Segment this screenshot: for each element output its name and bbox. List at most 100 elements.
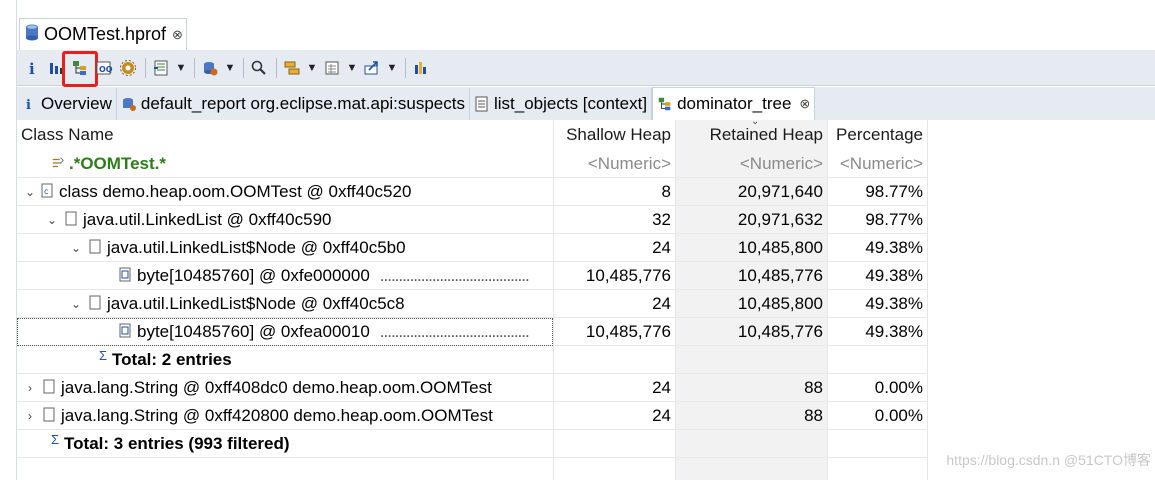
table-row[interactable]: › java.lang.String @ 0xff408dc0 demo.hea… — [17, 374, 928, 402]
result-tabs: i Overview default_report org.eclipse.ma… — [17, 87, 1155, 121]
row-percentage: 49.38% — [865, 322, 923, 341]
svg-text:i: i — [26, 98, 31, 112]
header-class-name[interactable]: Class Name — [21, 120, 553, 150]
header-retained-heap[interactable]: ⌄ Retained Heap — [675, 116, 827, 150]
table-row[interactable]: ⌄ c class demo.heap.oom.OOMTest @ 0xff40… — [17, 178, 928, 206]
row-percentage: 98.77% — [865, 210, 923, 229]
row-name: byte[10485760] @ 0xfea00010 — [137, 322, 370, 341]
chevron-right-icon[interactable]: › — [23, 381, 37, 395]
object-icon — [43, 379, 57, 397]
row-retained: 10,485,800 — [737, 294, 823, 313]
table-row: Σ Total: 2 entries — [17, 346, 928, 374]
table-row[interactable]: ⌄ java.util.LinkedList$Node @ 0xff40c5c8… — [17, 290, 928, 318]
export-icon[interactable] — [361, 57, 383, 79]
row-percentage: 49.38% — [865, 238, 923, 257]
search-icon[interactable] — [248, 57, 270, 79]
tab-overview[interactable]: i Overview — [17, 88, 117, 120]
svg-text:i: i — [29, 60, 35, 77]
toolbar-separator — [405, 57, 406, 78]
table-row: Σ Total: 3 entries (993 filtered) — [17, 430, 928, 458]
object-icon — [65, 211, 79, 229]
chevron-down-icon[interactable]: ⌄ — [69, 297, 83, 311]
tab-label: list_objects [context] — [493, 94, 648, 113]
tab-dominator-tree[interactable]: dominator_tree ⊗ — [652, 87, 816, 120]
oql-icon[interactable]: OQL — [93, 57, 115, 79]
chevron-down-icon[interactable]: ⌄ — [69, 241, 83, 255]
dominator-tree-icon[interactable] — [62, 50, 98, 87]
editor-tab-title: OOMTest.hprof — [44, 24, 167, 44]
table-row[interactable]: byte[10485760] @ 0xfe000000 ............… — [17, 262, 928, 290]
row-total: Total: 3 entries (993 filtered) — [64, 434, 290, 453]
chevron-down-icon[interactable]: ▼ — [305, 57, 319, 79]
chevron-down-icon[interactable]: ▼ — [385, 57, 399, 79]
editor-tab-oomtest-hprof[interactable]: OOMTest.hprof ⊗ — [19, 18, 187, 50]
chevron-down-icon[interactable]: ▼ — [345, 57, 359, 79]
thread-overview-icon[interactable] — [150, 57, 172, 79]
name-filter-input[interactable]: .*OOMTest.* — [69, 154, 166, 174]
table-row[interactable]: ⌄ java.util.LinkedList @ 0xff40c590 32 2… — [17, 206, 928, 234]
row-name: class demo.heap.oom.OOMTest @ 0xff40c520 — [59, 182, 412, 201]
chevron-right-icon[interactable]: › — [23, 409, 37, 423]
row-percentage: 49.38% — [865, 294, 923, 313]
header-percentage[interactable]: Percentage — [827, 120, 927, 150]
heap-dump-editor: OOMTest.hprof ⊗ i OQL ▼ ▼ — [17, 0, 1155, 480]
table-row[interactable]: ⌄ java.util.LinkedList$Node @ 0xff40c5b0… — [17, 234, 928, 262]
editor-tab-bar: OOMTest.hprof ⊗ — [17, 0, 1155, 51]
row-shallow: 10,485,776 — [585, 266, 671, 285]
row-retained: 20,971,632 — [737, 210, 823, 229]
row-percentage: 98.77% — [865, 182, 923, 201]
row-retained: 88 — [804, 378, 823, 397]
row-leader-dots: ........................................ — [379, 322, 530, 341]
info-icon[interactable]: i — [21, 57, 43, 79]
row-leader-dots: ........................................ — [379, 266, 530, 285]
toolbar-separator — [243, 57, 244, 78]
regex-filter-icon — [51, 155, 65, 173]
row-retained: 88 — [804, 406, 823, 425]
shallow-filter-input[interactable]: <Numeric> — [553, 150, 675, 178]
sum-icon: Σ — [51, 431, 60, 447]
row-name: java.lang.String @ 0xff420800 demo.heap.… — [61, 406, 493, 425]
toolbar-separator — [194, 57, 195, 78]
chevron-down-icon[interactable]: ▼ — [223, 57, 237, 79]
sort-descending-icon: ⌄ — [751, 116, 760, 127]
report-icon — [121, 96, 137, 112]
table-row[interactable]: byte[10485760] @ 0xfea00010 ............… — [17, 318, 928, 346]
svg-text:OQL: OQL — [99, 65, 113, 74]
row-shallow: 24 — [652, 238, 671, 257]
calculator-icon[interactable] — [321, 57, 343, 79]
header-shallow-heap[interactable]: Shallow Heap — [553, 120, 675, 150]
toolbar-separator — [276, 57, 277, 78]
heap-dump-overview-icon[interactable] — [410, 57, 432, 79]
row-name: java.lang.String @ 0xff408dc0 demo.heap.… — [61, 378, 492, 397]
row-percentage: 0.00% — [874, 378, 923, 397]
row-retained: 10,485,800 — [737, 238, 823, 257]
retained-filter-input[interactable]: <Numeric> — [675, 150, 827, 178]
run-report-icon[interactable] — [199, 57, 221, 79]
row-retained: 10,485,776 — [737, 266, 823, 285]
database-icon — [25, 24, 39, 46]
tab-label: default_report org.eclipse.mat.api:suspe… — [140, 94, 465, 113]
chevron-down-icon[interactable]: ▼ — [174, 57, 188, 79]
info-icon: i — [21, 96, 37, 112]
array-object-icon — [119, 323, 133, 341]
watermark: https://blog.csdn.n @51CTO博客 — [946, 452, 1151, 468]
filter-row[interactable]: .*OOMTest.* <Numeric> <Numeric> <Numeric… — [17, 150, 928, 178]
row-percentage: 49.38% — [865, 266, 923, 285]
group-icon[interactable] — [281, 57, 303, 79]
close-icon[interactable]: ⊗ — [799, 96, 810, 112]
close-icon[interactable]: ⊗ — [172, 27, 183, 43]
percentage-filter-input[interactable]: <Numeric> — [827, 150, 927, 178]
focused-cell: byte[10485760] @ 0xfea00010 ............… — [17, 318, 553, 346]
settings-gear-icon[interactable] — [117, 57, 139, 79]
row-shallow: 24 — [652, 378, 671, 397]
tab-list-objects[interactable]: list_objects [context] — [470, 88, 653, 120]
chevron-down-icon[interactable]: ⌄ — [23, 185, 37, 199]
chevron-down-icon[interactable]: ⌄ — [45, 213, 59, 227]
tab-label: Overview — [41, 94, 112, 113]
dominator-tree-icon — [657, 96, 673, 112]
row-name: byte[10485760] @ 0xfe000000 — [137, 266, 370, 285]
row-name: java.util.LinkedList @ 0xff40c590 — [83, 210, 332, 229]
object-icon — [89, 295, 103, 313]
tab-default-report[interactable]: default_report org.eclipse.mat.api:suspe… — [117, 88, 470, 120]
table-row[interactable]: › java.lang.String @ 0xff420800 demo.hea… — [17, 402, 928, 430]
